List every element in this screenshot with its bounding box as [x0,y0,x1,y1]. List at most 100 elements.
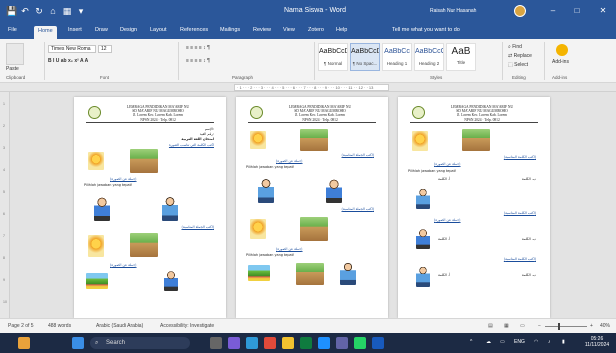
save-icon[interactable]: 💾 [6,6,17,16]
taskbar-search[interactable]: ⌕ Search [90,337,190,349]
letterhead: LEMBAGA PENDIDIKAN MA'ARIF NU SD MA'ARIF… [410,103,538,123]
zoom-out-icon[interactable]: − [538,323,541,329]
style-heading-2[interactable]: AaBbCcC Heading 2 [414,43,444,71]
file-explorer-icon[interactable] [282,337,294,349]
redo-icon[interactable]: ↻ [34,6,44,16]
wifi-icon[interactable]: ◠ [534,339,538,345]
tell-me-search[interactable]: Tell me what you want to do [392,27,460,33]
read-mode-icon[interactable]: ▤ [488,323,493,329]
sun-image [412,131,428,151]
paste-button[interactable]: Paste [6,66,19,72]
table-icon[interactable]: ▦ [62,6,72,16]
style-heading-1[interactable]: AaBbCc Heading 1 [382,43,412,71]
document-page[interactable]: LEMBAGA PENDIDIKAN MA'ARIF NU SD MA'ARIF… [236,97,388,318]
garden-image [248,265,270,281]
tab-design[interactable]: Design [120,27,137,33]
word-icon[interactable] [372,337,384,349]
zoom-slider[interactable] [545,326,587,327]
whatsapp-icon[interactable] [354,337,366,349]
tab-references[interactable]: References [180,27,208,33]
zoom-level[interactable]: 40% [600,323,610,329]
add-ins-icon[interactable] [556,44,568,56]
document-page[interactable]: LEMBAGA PENDIDIKAN MA'ARIF NU SD MA'ARIF… [74,97,226,318]
boy-image [164,269,178,291]
horizontal-ruler[interactable]: · 1 · · · 2 · · · 3 · · · 4 · · · 5 · · … [0,83,616,92]
word-count[interactable]: 488 words [48,323,71,329]
tray-icon[interactable]: ▭ [500,339,505,345]
title-bar: 💾 ↶ ↻ ⌂ ▦ ▾ Nama Siswa - Word Raisah Nur… [0,0,616,25]
edge-icon[interactable] [246,337,258,349]
font-format-buttons[interactable]: B I U ab x₂ x² A A [48,58,88,64]
tab-layout[interactable]: Layout [150,27,167,33]
boy-image [326,177,342,203]
web-layout-icon[interactable]: ▭ [520,323,525,329]
page-count[interactable]: Page 2 of 5 [8,323,34,329]
add-ins-button[interactable]: Add-ins [552,59,569,65]
child-image [416,265,430,287]
app-icon[interactable] [228,337,240,349]
teams-icon[interactable] [336,337,348,349]
close-button[interactable]: ✕ [596,5,610,17]
qat-more-icon[interactable]: ▾ [76,6,86,16]
tab-zotero[interactable]: Zotero [308,27,324,33]
ruler-scale: · 1 · · · 2 · · · 3 · · · 4 · · · 5 · · … [234,84,389,91]
paragraph-align-buttons[interactable]: ≡ ≡ ≡ ≡ ↕ ¶ [186,58,210,64]
answer-option: أ. الكلمة [438,273,450,277]
start-icon[interactable] [72,337,84,349]
tab-view[interactable]: View [283,27,295,33]
child-image [162,195,178,221]
tab-home[interactable]: Home [34,26,57,39]
language-indicator[interactable]: ENG [514,339,525,345]
tab-draw[interactable]: Draw [95,27,108,33]
tab-file[interactable]: File [8,27,17,33]
task-view-icon[interactable] [210,337,222,349]
app-icon[interactable] [300,337,312,349]
undo-icon[interactable]: ↶ [20,6,30,16]
school-logo [250,106,263,119]
ruler-tick: 7 [3,234,5,238]
app-icon[interactable] [264,337,276,349]
tab-insert[interactable]: Insert [68,27,82,33]
volume-icon[interactable]: ♪ [548,339,551,345]
home-icon[interactable]: ⌂ [48,6,58,16]
tab-help[interactable]: Help [336,27,347,33]
font-size-select[interactable]: 12 [98,45,112,53]
instruction-text: اكتب الكلمة التي تناسب الصورة [168,143,214,147]
replace-button[interactable]: ⇄ Replace [508,53,532,59]
style-normal[interactable]: AaBbCcDc ¶ Normal [318,43,348,71]
vertical-ruler[interactable]: 1 2 3 4 5 6 7 8 9 10 [0,92,10,318]
boy-image [416,227,430,249]
minimize-button[interactable]: – [546,5,560,17]
maximize-button[interactable]: □ [570,5,584,17]
avatar[interactable] [514,5,526,17]
paragraph-buttons[interactable]: ≡ ≡ ≡ ≡ ↕ ¶ [186,45,210,51]
tab-mailings[interactable]: Mailings [220,27,240,33]
question-text: (جملة عن الصورة) [110,263,137,267]
zoom-in-icon[interactable]: + [590,323,593,329]
document-page[interactable]: LEMBAGA PENDIDIKAN MA'ARIF NU SD MA'ARIF… [398,97,550,318]
widgets-icon[interactable] [18,337,30,349]
clipboard-group-label: Clipboard [6,75,26,80]
style-title[interactable]: AaB Title [446,43,476,71]
style-no-spacing[interactable]: AaBbCcDc ¶ No Spac... [350,43,380,71]
paste-icon[interactable] [6,43,24,65]
battery-icon[interactable]: ▮ [562,339,565,345]
font-name-select[interactable]: Times New Roma [48,45,96,53]
language-indicator[interactable]: Arabic (Saudi Arabia) [96,323,143,329]
accessibility-status[interactable]: Accessibility: Investigate [160,323,214,329]
tray-arrow-icon[interactable]: ^ [470,339,472,345]
chrome-icon[interactable] [318,337,330,349]
exam-title: امتحان اللغة العربية [181,137,214,141]
letterhead: LEMBAGA PENDIDIKAN MA'ARIF NU SD MA'ARIF… [86,103,214,123]
select-button[interactable]: ⬚ Select [508,62,528,68]
find-button[interactable]: ⌕ Find [508,44,522,50]
user-name[interactable]: Raisah Nur Hasanah [430,8,476,14]
print-layout-icon[interactable]: ▦ [504,323,509,329]
tab-review[interactable]: Review [253,27,271,33]
document-title: Nama Siswa - Word [283,7,347,14]
ruler-tick: 5 [3,190,5,194]
tray-icon[interactable]: ☁ [486,339,491,345]
clock[interactable]: 05:26 11/11/2024 [582,336,612,348]
document-canvas[interactable]: LEMBAGA PENDIDIKAN MA'ARIF NU SD MA'ARIF… [10,92,616,318]
zoom-slider-thumb[interactable] [558,323,560,330]
